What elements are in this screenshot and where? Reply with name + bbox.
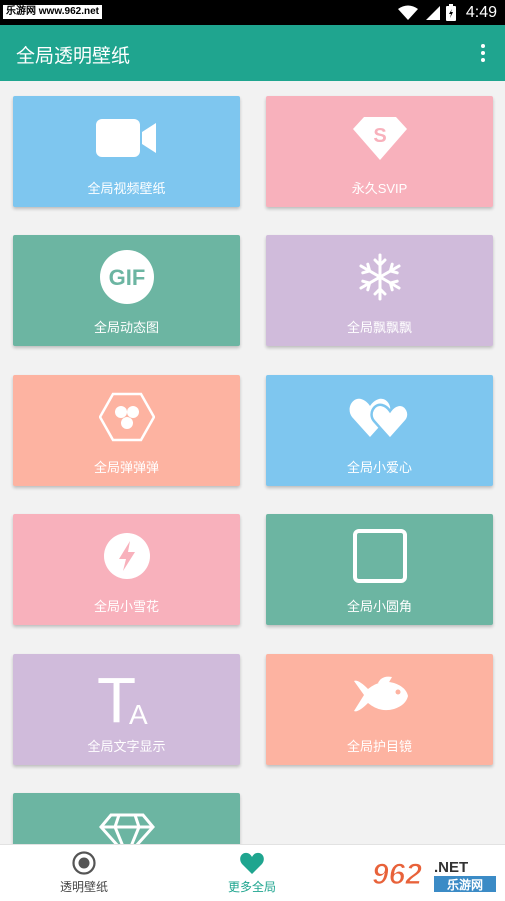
feature-grid: 全局视频壁纸 S 永久SVIP GIF 全局动态图 全局飘飘飘 全局弹弹弹 全局…: [0, 81, 505, 844]
status-bar: 乐游网 www.962.net 4:49: [0, 0, 505, 25]
status-time: 4:49: [465, 3, 497, 21]
watermark-name: 乐游网: [447, 877, 483, 892]
card-hearts[interactable]: 全局小爱心: [266, 375, 493, 486]
overflow-dot: [481, 51, 485, 55]
diamond-icon: [98, 813, 155, 844]
card-label: 全局弹弹弹: [93, 460, 159, 475]
card-eye-protection[interactable]: 全局护目镜: [266, 654, 493, 765]
watermark-logo: 962 .NET 乐游网: [368, 852, 500, 896]
lightning-circle-icon: [103, 533, 150, 579]
nav-label: 透明壁纸: [59, 880, 108, 894]
svip-letter: S: [373, 125, 386, 147]
app-title: 全局透明壁纸: [16, 46, 131, 67]
fish-icon: [353, 676, 408, 712]
hexagon-balls-icon: [98, 392, 155, 442]
card-label: 全局视频壁纸: [87, 181, 166, 196]
radio-circle-icon: [72, 851, 96, 875]
watermark-logo-graphic: 962 .NET 乐游网: [368, 852, 500, 896]
nav-more-global[interactable]: 更多全局: [168, 845, 336, 901]
watermark-number: 962: [372, 858, 422, 891]
nav-label: 更多全局: [227, 880, 276, 894]
card-snow[interactable]: 全局飘飘飘: [266, 235, 493, 346]
nav-transparent-wallpaper[interactable]: 透明壁纸: [0, 845, 168, 901]
card-label: 全局小雪花: [93, 599, 159, 614]
card-label: 全局动态图: [93, 320, 159, 335]
overflow-dot: [481, 58, 485, 62]
watermark-dotnet: .NET: [434, 859, 468, 876]
card-label: 全局飘飘飘: [346, 320, 412, 335]
card-video-wallpaper[interactable]: 全局视频壁纸: [13, 96, 240, 207]
card-label: 全局小爱心: [346, 460, 412, 475]
app-bar: 全局透明壁纸: [0, 25, 505, 81]
battery-icon: [445, 4, 456, 21]
signal-icon: [425, 5, 440, 20]
gif-text: GIF: [108, 265, 145, 290]
card-text-display[interactable]: TA 全局文字显示: [13, 654, 240, 765]
text-icon: TA: [97, 666, 148, 726]
overflow-dot: [481, 44, 485, 48]
card-label: 永久SVIP: [351, 181, 408, 196]
watermark-tag: 乐游网 www.962.net: [3, 5, 102, 19]
card-diamond[interactable]: [13, 793, 240, 844]
rounded-square-icon: [352, 529, 407, 583]
card-label: 全局护目镜: [346, 739, 412, 754]
card-round-corner[interactable]: 全局小圆角: [266, 514, 493, 625]
gif-icon: GIF: [99, 250, 154, 304]
heart-icon: [240, 852, 264, 874]
card-label: 全局小圆角: [346, 599, 412, 614]
video-camera-icon: [95, 119, 156, 157]
status-icons: 4:49: [397, 2, 497, 23]
card-bounce[interactable]: 全局弹弹弹: [13, 375, 240, 486]
card-gif[interactable]: GIF 全局动态图: [13, 235, 240, 346]
wifi-icon: [397, 5, 418, 20]
more-options-button[interactable]: [471, 39, 495, 67]
svip-diamond-icon: S: [352, 117, 407, 160]
card-small-snow[interactable]: 全局小雪花: [13, 514, 240, 625]
snowflake-icon: [358, 253, 401, 301]
card-label: 全局文字显示: [87, 739, 166, 754]
card-svip[interactable]: S 永久SVIP: [266, 96, 493, 207]
text-icon-small: A: [129, 699, 148, 726]
hearts-icon: [349, 398, 410, 441]
